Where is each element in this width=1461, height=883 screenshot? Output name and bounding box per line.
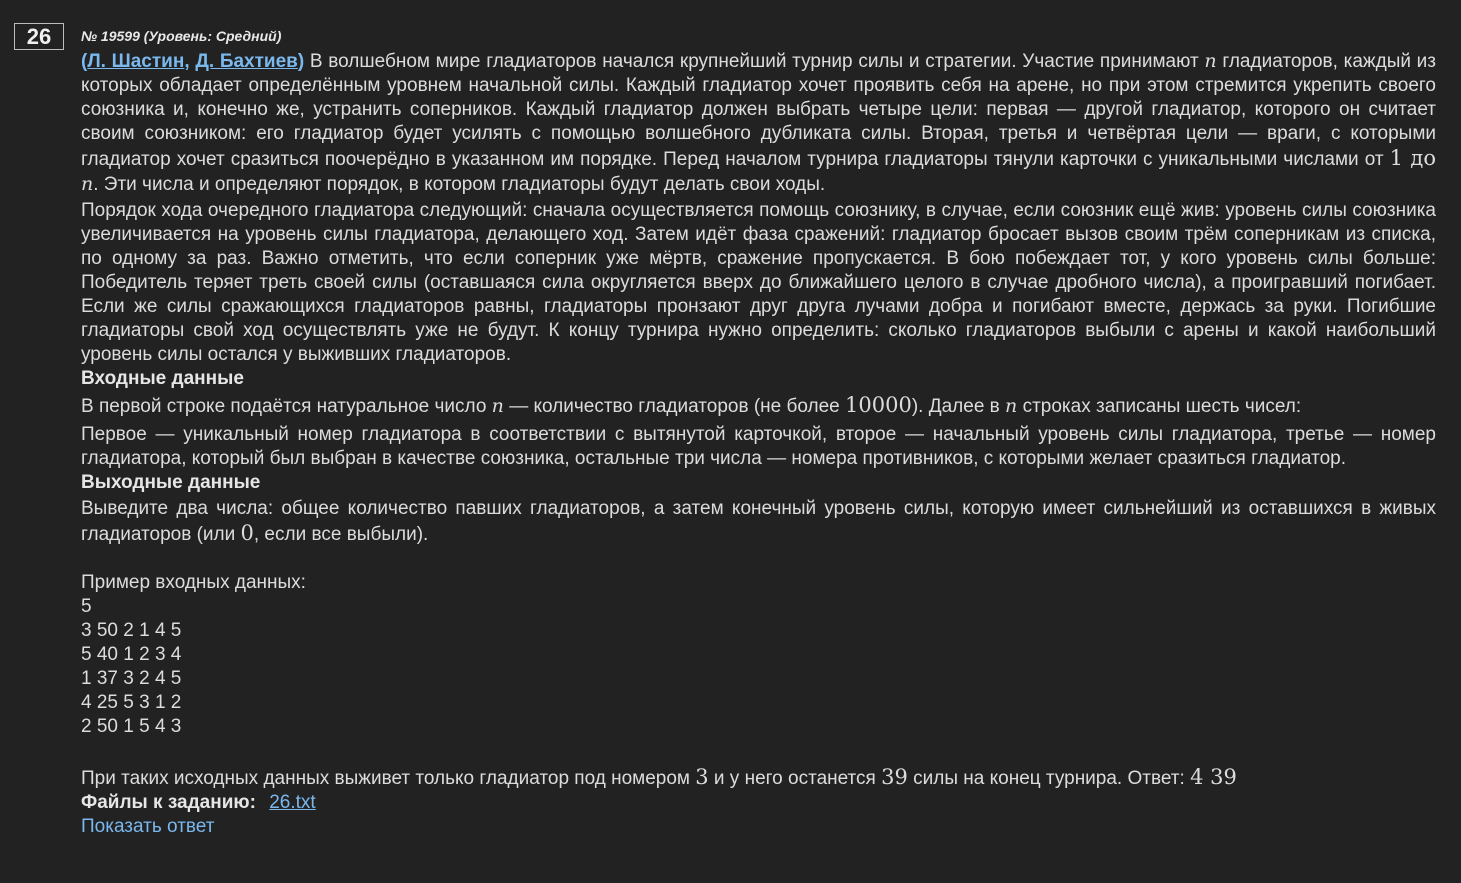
- intro-text-a: В волшебном мире гладиаторов начался кру…: [304, 51, 1205, 72]
- input-format-paragraph: Первое — уникальный номер гладиатора в с…: [81, 424, 1436, 469]
- math-n: n: [1204, 50, 1217, 72]
- example-line: 1 37 3 2 4 5: [81, 668, 182, 689]
- math-zero: 0: [240, 521, 254, 545]
- author-separator: ,: [184, 51, 196, 72]
- input-text-d: строках записаны шесть чисел:: [1017, 396, 1302, 417]
- turn-order-paragraph: Порядок хода очередного гладиатора следу…: [81, 200, 1436, 365]
- input-text-c: ). Далее в: [911, 396, 1006, 417]
- answer-text-b: и у него останется: [708, 768, 882, 789]
- math-n: n: [1005, 395, 1018, 417]
- input-description: В первой строке подаётся натуральное чис…: [81, 393, 1436, 419]
- example-label: Пример входных данных:: [81, 572, 306, 593]
- example-line: 3 50 2 1 4 5: [81, 620, 182, 641]
- file-link-26txt[interactable]: 26.txt: [269, 792, 315, 813]
- input-text-a: В первой строке подаётся натуральное чис…: [81, 396, 492, 417]
- math-max: 10000: [845, 393, 912, 417]
- answer-text-a: При таких исходных данных выживет только…: [81, 768, 696, 789]
- math-range: 1 до: [1389, 146, 1436, 170]
- show-answer-row: Показать ответ: [81, 815, 1436, 839]
- math-gladiator-number: 3: [695, 765, 709, 789]
- show-answer-link[interactable]: Показать ответ: [81, 816, 214, 837]
- example-line: 2 50 1 5 4 3: [81, 716, 182, 737]
- task-intro-paragraph: (Л. Шастин, Д. Бахтиев) В волшебном мире…: [81, 49, 1436, 197]
- output-text-b: , если все выбыли).: [253, 524, 429, 545]
- answer-explanation: При таких исходных данных выживет только…: [81, 765, 1436, 791]
- math-n: n: [491, 395, 504, 417]
- math-n: n: [81, 173, 94, 195]
- author-link-shastin[interactable]: Л. Шастин: [87, 51, 184, 72]
- intro-text-c: . Эти числа и определяют порядок, в кото…: [93, 174, 826, 195]
- input-heading: Входные данные: [81, 368, 244, 389]
- files-label: Файлы к заданию:: [81, 792, 256, 813]
- task-meta: № 19599 (Уровень: Средний): [81, 28, 282, 44]
- output-heading: Выходные данные: [81, 472, 261, 493]
- input-text-b: — количество гладиаторов (не более: [503, 396, 846, 417]
- task-number-badge: 26: [14, 23, 64, 50]
- files-row: Файлы к заданию: 26.txt: [81, 791, 1436, 815]
- math-power: 39: [881, 765, 908, 789]
- author-link-bakhtiev[interactable]: Д. Бахтиев: [195, 51, 298, 72]
- example-line: 5 40 1 2 3 4: [81, 644, 182, 665]
- task-content: № 19599 (Уровень: Средний) (Л. Шастин, Д…: [81, 27, 1436, 839]
- output-description: Выведите два числа: общее количество пав…: [81, 497, 1436, 547]
- example-line: 4 25 5 3 1 2: [81, 692, 182, 713]
- math-answer: 4 39: [1190, 765, 1237, 789]
- answer-text-c: силы на конец турнира. Ответ:: [907, 768, 1191, 789]
- example-line: 5: [81, 596, 92, 617]
